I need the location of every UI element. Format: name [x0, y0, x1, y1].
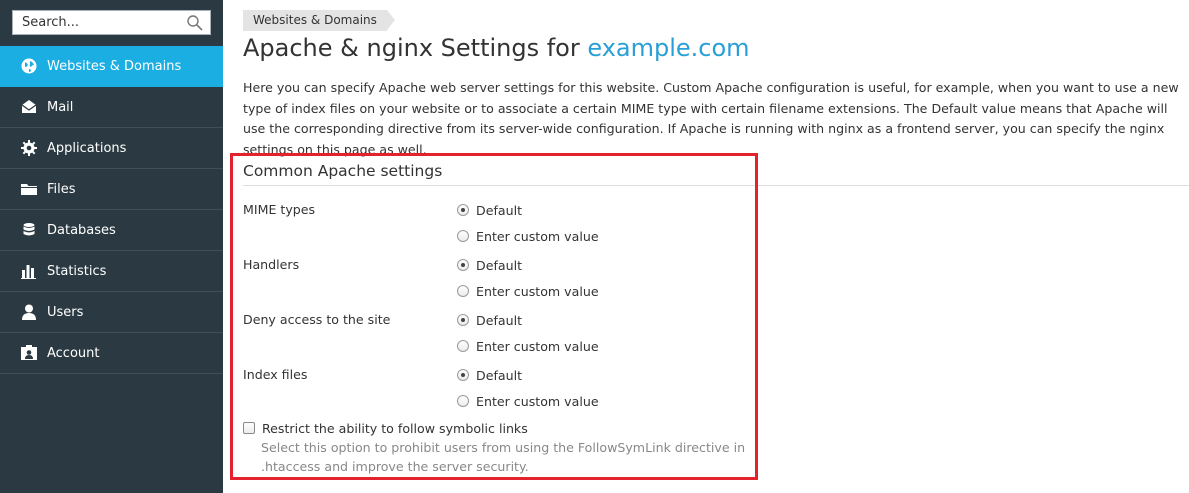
gear-icon [20, 139, 38, 157]
symlink-checkbox[interactable] [243, 422, 255, 434]
radio-button[interactable] [457, 395, 469, 407]
search-icon[interactable] [186, 14, 204, 32]
main-content: Websites & Domains Apache & nginx Settin… [223, 0, 1189, 493]
sidebar-item-label: Mail [47, 99, 74, 115]
option-label: Default [476, 257, 523, 273]
option-label: Enter custom value [476, 283, 599, 299]
sidebar-item-label: Files [47, 181, 76, 197]
radio-button[interactable] [457, 314, 469, 326]
sidebar-item-label: Applications [47, 140, 127, 156]
option-label: Default [476, 202, 523, 218]
sidebar-item-websites-domains[interactable]: Websites & Domains [0, 46, 223, 87]
setting-label-deny-access: Deny access to the site [243, 312, 391, 327]
breadcrumb-item[interactable]: Websites & Domains [253, 13, 377, 27]
database-icon [20, 221, 38, 239]
radio-button[interactable] [457, 369, 469, 381]
sidebar-item-mail[interactable]: Mail [0, 87, 223, 128]
option-label: Enter custom value [476, 228, 599, 244]
sidebar-item-label: Users [47, 304, 84, 320]
section-title: Common Apache settings [243, 162, 443, 180]
deny-access-default-option[interactable]: Default [457, 311, 522, 329]
sidebar: Websites & Domains Mail Applications Fil… [0, 0, 223, 493]
radio-button[interactable] [457, 340, 469, 352]
sidebar-item-label: Databases [47, 222, 116, 238]
deny-access-custom-option[interactable]: Enter custom value [457, 337, 599, 355]
radio-button[interactable] [457, 259, 469, 271]
user-icon [20, 303, 38, 321]
checkbox-label: Restrict the ability to follow symbolic … [262, 420, 528, 436]
handlers-default-option[interactable]: Default [457, 256, 522, 274]
sidebar-nav: Websites & Domains Mail Applications Fil… [0, 46, 223, 374]
sidebar-item-statistics[interactable]: Statistics [0, 251, 223, 292]
id-card-icon [20, 344, 38, 362]
sidebar-item-account[interactable]: Account [0, 333, 223, 374]
envelope-icon [20, 98, 38, 116]
sidebar-item-applications[interactable]: Applications [0, 128, 223, 169]
search-input[interactable] [13, 11, 183, 34]
mime-types-default-option[interactable]: Default [457, 201, 522, 219]
setting-label-index-files: Index files [243, 367, 308, 382]
sidebar-item-files[interactable]: Files [0, 169, 223, 210]
sidebar-item-users[interactable]: Users [0, 292, 223, 333]
sidebar-item-label: Statistics [47, 263, 107, 279]
index-files-default-option[interactable]: Default [457, 366, 522, 384]
symlink-hint: Select this option to prohibit users fro… [261, 440, 746, 474]
globe-icon [20, 57, 38, 75]
page-title: Apache & nginx Settings for example.com [243, 34, 750, 62]
radio-button[interactable] [457, 204, 469, 216]
option-label: Default [476, 367, 523, 383]
radio-button[interactable] [457, 230, 469, 242]
page-title-domain: example.com [587, 34, 750, 62]
setting-label-handlers: Handlers [243, 257, 300, 272]
option-label: Enter custom value [476, 338, 599, 354]
option-label: Default [476, 312, 523, 328]
setting-label-mime-types: MIME types [243, 202, 316, 217]
breadcrumb[interactable]: Websites & Domains [243, 10, 395, 31]
option-label: Enter custom value [476, 393, 599, 409]
sidebar-item-label: Account [47, 345, 100, 361]
page-description: Here you can specify Apache web server s… [243, 80, 1179, 157]
index-files-custom-option[interactable]: Enter custom value [457, 392, 599, 410]
mime-types-custom-option[interactable]: Enter custom value [457, 227, 599, 245]
section-divider [243, 185, 1189, 186]
sidebar-item-label: Websites & Domains [47, 58, 182, 74]
bar-chart-icon [20, 262, 38, 280]
handlers-custom-option[interactable]: Enter custom value [457, 282, 599, 300]
search-box [12, 10, 211, 35]
page-title-prefix: Apache & nginx Settings for [243, 34, 588, 62]
symlink-restriction-option[interactable]: Restrict the ability to follow symbolic … [243, 419, 528, 437]
sidebar-item-databases[interactable]: Databases [0, 210, 223, 251]
folder-icon [20, 180, 38, 198]
radio-button[interactable] [457, 285, 469, 297]
